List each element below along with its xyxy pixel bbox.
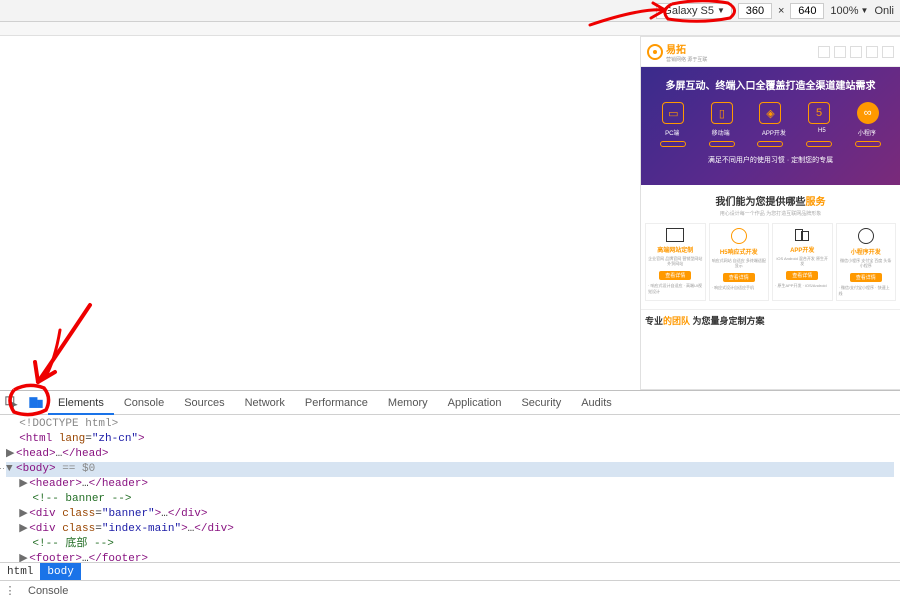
banner-subtitle: 满足不同用户的使用习惯 · 定制您的专属 [649,155,892,165]
dimension-separator: × [778,5,784,17]
footer-title: 专业的团队 为您量身定制方案 [641,309,900,331]
h5-icon: 5 [808,102,830,124]
device-select[interactable]: Galaxy S5 ▼ [656,3,732,19]
crumb-html[interactable]: html [0,563,40,581]
device-toolbar: Galaxy S5 ▼ × 100% ▼ Onli [0,0,900,22]
service-card[interactable]: 高端网站定制 企业官网 品牌官网 营销型网站 外贸网站 查看详情 · 响应式设计… [645,223,706,301]
devtools-panel: Elements Console Sources Network Perform… [0,390,900,600]
drawer: ⋮ Console [0,580,900,600]
logo-icon [647,44,663,60]
tab-audits[interactable]: Audits [571,391,622,415]
app-icon: ◈ [759,102,781,124]
toggle-device-toolbar-button[interactable] [24,391,48,415]
services-section: 我们能为您提供哪些服务 用心设计每一个作品 为您打造互联网品牌形象 高端网站定制… [641,185,900,309]
tab-elements[interactable]: Elements [48,391,114,415]
tab-security[interactable]: Security [511,391,571,415]
h5-icon [731,228,747,244]
devices-icon [793,228,811,242]
crumb-body[interactable]: body [40,563,80,581]
kebab-icon[interactable]: ⋮ [0,584,20,597]
devtools-tabbar: Elements Console Sources Network Perform… [0,391,900,415]
service-card[interactable]: 小程序开发 微信小程序 支付宝 百度 头条小程序 查看详情 · 微信/支付宝小程… [836,223,897,301]
section-title: 我们能为您提供哪些服务 [645,193,896,208]
tab-performance[interactable]: Performance [295,391,378,415]
tab-network[interactable]: Network [235,391,295,415]
service-card[interactable]: H5响应式开发 响应式网站 自适应 多终端适配显示 查看详情 · 响应式设计自适… [709,223,770,301]
viewport-area: 易拓 营销网络 源于互联 多屏互动、终端入口全覆盖打造全渠道建站需求 ▭ ▯ ◈… [0,36,900,390]
banner-title: 多屏互动、终端入口全覆盖打造全渠道建站需求 [649,77,892,92]
logo-text: 易拓 营销网络 源于互联 [666,41,707,63]
ruler-strip [0,22,900,36]
miniprogram-icon [858,228,874,244]
inspect-element-button[interactable] [0,391,24,415]
chevron-down-icon: ▼ [861,6,869,15]
drawer-tab-console[interactable]: Console [20,585,76,597]
chevron-down-icon: ▼ [717,6,725,15]
elements-tree[interactable]: <!DOCTYPE html> <html lang="zh-cn"> ▶<he… [0,415,900,562]
detail-button[interactable]: 查看详情 [786,271,818,280]
detail-button[interactable]: 查看详情 [723,273,755,282]
width-input[interactable] [738,3,772,19]
tab-console[interactable]: Console [114,391,174,415]
zoom-select[interactable]: 100% ▼ [830,5,868,17]
tab-application[interactable]: Application [438,391,512,415]
site-banner: 多屏互动、终端入口全覆盖打造全渠道建站需求 ▭ ▯ ◈ 5 ∞ PC端 移动端 … [641,67,900,185]
miniprogram-icon: ∞ [857,102,879,124]
detail-button[interactable]: 查看详情 [850,273,882,282]
device-name: Galaxy S5 [663,5,714,17]
site-nav[interactable] [818,46,894,58]
throttle-select[interactable]: Onli [874,5,894,17]
breadcrumb: html body [0,562,900,580]
tab-memory[interactable]: Memory [378,391,438,415]
height-input[interactable] [790,3,824,19]
mobile-icon: ▯ [711,102,733,124]
pc-icon: ▭ [662,102,684,124]
tab-sources[interactable]: Sources [174,391,234,415]
device-frame: 易拓 营销网络 源于互联 多屏互动、终端入口全覆盖打造全渠道建站需求 ▭ ▯ ◈… [640,36,900,390]
site-logo[interactable]: 易拓 营销网络 源于互联 [647,41,707,63]
service-card[interactable]: APP开发 iOS Android 混合开发 原生开发 查看详情 · 原生APP… [772,223,833,301]
site-header: 易拓 营销网络 源于互联 [641,37,900,67]
detail-button[interactable]: 查看详情 [659,271,691,280]
monitor-icon [666,228,684,242]
